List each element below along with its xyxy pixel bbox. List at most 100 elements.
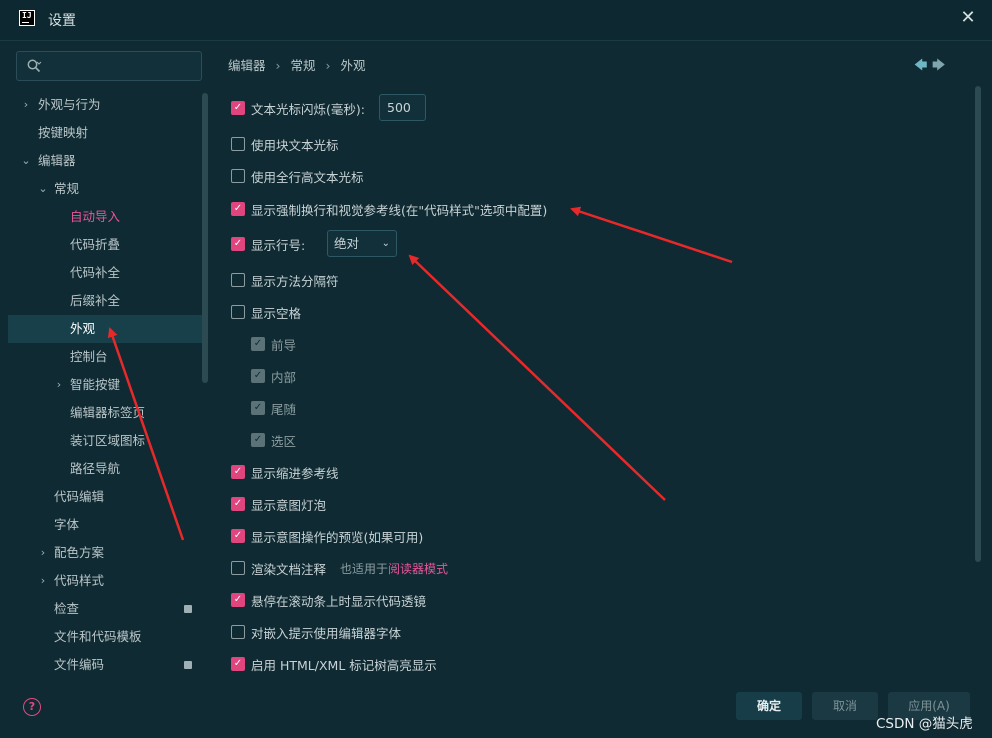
breadcrumb-item: 外观 [340,58,366,73]
sidebar-item-console[interactable]: 控制台 [0,343,212,371]
sidebar-item-label: 文件编码 [54,657,105,672]
sidebar-item-code-folding[interactable]: 代码折叠 [0,231,212,259]
ok-button[interactable]: 确定 [736,692,802,720]
sidebar-item-code-editing[interactable]: 代码编辑 [0,483,212,511]
sidebar-item-editor[interactable]: ⌄ 编辑器 [0,147,212,175]
sidebar-item-smart-keys[interactable]: › 智能按键 [0,371,212,399]
option-ws-selection: ✓ 选区 [251,431,296,449]
checkbox: ✓ [251,433,265,447]
reader-mode-link[interactable]: 阅读器模式 [388,560,448,577]
option-html-tree[interactable]: ✓ 启用 HTML/XML 标记树高亮显示 [231,655,437,673]
checkbox[interactable]: ✓ [231,497,245,511]
project-scope-icon [184,605,192,613]
sidebar-item-label: 智能按键 [70,377,121,392]
option-ws-leading: ✓ 前导 [251,335,296,353]
option-inlay-font[interactable]: 对嵌入提示使用编辑器字体 [231,623,401,641]
option-ws-trailing: ✓ 尾随 [251,399,296,417]
option-label: 使用块文本光标 [251,137,339,153]
arrow-left-icon[interactable]: 🡄 [914,56,932,78]
search-input[interactable] [47,56,197,76]
sidebar-item-code-completion[interactable]: 代码补全 [0,259,212,287]
sidebar-item-label: 常规 [54,181,80,196]
checkbox[interactable]: ✓ [231,465,245,479]
checkbox[interactable]: ✓ [231,202,245,216]
sidebar-item-auto-import[interactable]: 自动导入 [0,203,212,231]
caret-blink-input[interactable]: 500 [379,94,426,121]
breadcrumb-item[interactable]: 常规 [291,55,316,74]
sidebar-item-gutter-icons[interactable]: 装订区域图标 [0,427,212,455]
chevron-right-icon: › [23,98,29,111]
option-render-doc[interactable]: 渲染文档注释 也适用于 阅读器模式 [231,559,448,577]
sidebar-item-file-templates[interactable]: 文件和代码模板 [0,623,212,651]
window-title: 设置 [48,13,76,29]
cancel-button[interactable]: 取消 [812,692,878,720]
option-line-numbers[interactable]: ✓ 显示行号: [231,235,305,253]
arrow-right-icon[interactable]: 🡆 [932,56,950,78]
checkbox[interactable] [231,169,245,183]
option-label: 使用全行高文本光标 [251,169,364,185]
search-field[interactable] [16,51,202,81]
option-caret-blink[interactable]: ✓ 文本光标闪烁(毫秒): [231,99,365,117]
option-hard-wraps[interactable]: ✓ 显示强制换行和视觉参考线(在"代码样式"选项中配置) [231,200,547,218]
option-code-lens-scroll[interactable]: ✓ 悬停在滚动条上时显示代码透镜 [231,591,426,609]
sidebar-item-label: 配色方案 [54,545,105,560]
sidebar-item-label: 字体 [54,517,80,532]
search-icon [27,59,42,73]
help-icon[interactable]: ? [23,698,41,716]
chevron-right-icon: › [56,378,62,391]
sidebar-item-general[interactable]: ⌄ 常规 [0,175,212,203]
chevron-right-icon: › [40,546,46,559]
option-label: 选区 [271,433,297,449]
sidebar-item-label: 外观 [70,321,96,336]
checkbox[interactable]: ✓ [231,529,245,543]
select-value: 绝对 [334,236,360,251]
sidebar-item-code-style[interactable]: › 代码样式 [0,567,212,595]
checkbox: ✓ [251,401,265,415]
option-whitespaces[interactable]: 显示空格 [231,303,301,321]
option-intention-bulb[interactable]: ✓ 显示意图灯泡 [231,495,326,513]
checkbox[interactable]: ✓ [231,101,245,115]
chevron-down-icon: ⌄ [381,238,390,249]
checkbox[interactable]: ✓ [231,657,245,671]
close-icon[interactable]: ✕ [958,8,978,28]
checkbox[interactable] [231,305,245,319]
sidebar-item-color-scheme[interactable]: › 配色方案 [0,539,212,567]
option-method-separators[interactable]: 显示方法分隔符 [231,271,339,289]
sidebar-item-file-encodings[interactable]: 文件编码 [0,651,212,679]
sidebar-item-inspections[interactable]: 检查 [0,595,212,623]
option-label: 文本光标闪烁(毫秒): [251,101,365,117]
checkbox[interactable]: ✓ [231,593,245,607]
checkbox[interactable] [231,273,245,287]
option-intention-preview[interactable]: ✓ 显示意图操作的预览(如果可用) [231,527,423,545]
option-label: 显示行号: [251,237,306,253]
option-block-caret[interactable]: 使用块文本光标 [231,135,339,153]
option-full-line-caret[interactable]: 使用全行高文本光标 [231,167,364,185]
sidebar-item-editor-tabs[interactable]: 编辑器标签页 [0,399,212,427]
line-numbers-select[interactable]: 绝对 ⌄ [327,230,397,257]
sidebar-item-font[interactable]: 字体 [0,511,212,539]
annotation-arrow [408,254,666,501]
option-indent-guides[interactable]: ✓ 显示缩进参考线 [231,463,339,481]
checkbox[interactable] [231,625,245,639]
option-label: 显示意图操作的预览(如果可用) [251,529,424,545]
option-label: 悬停在滚动条上时显示代码透镜 [251,593,427,609]
checkbox[interactable]: ✓ [231,237,245,251]
sidebar-item-appearance[interactable]: 外观 [8,315,208,343]
sidebar-item-label: 装订区域图标 [70,433,146,448]
sidebar-scrollbar[interactable] [202,93,208,383]
checkbox: ✓ [251,369,265,383]
sidebar-item-postfix-completion[interactable]: 后缀补全 [0,287,212,315]
sidebar-item-label: 编辑器标签页 [70,405,146,420]
checkbox[interactable] [231,137,245,151]
settings-tree: › 外观与行为 按键映射 ⌄ 编辑器 ⌄ 常规 自动导入 代码折叠 代码补全 后… [0,91,212,679]
checkbox[interactable] [231,561,245,575]
sidebar-item-label: 文件和代码模板 [54,629,142,644]
sidebar-item-breadcrumbs[interactable]: 路径导航 [0,455,212,483]
option-label: 显示缩进参考线 [251,465,339,481]
sidebar-item-appearance-behavior[interactable]: › 外观与行为 [0,91,212,119]
option-label: 显示方法分隔符 [251,273,339,289]
sidebar-item-label: 自动导入 [70,209,121,224]
content-scrollbar[interactable] [975,86,981,562]
breadcrumb-item[interactable]: 编辑器 [228,55,266,74]
sidebar-item-keymap[interactable]: 按键映射 [0,119,212,147]
